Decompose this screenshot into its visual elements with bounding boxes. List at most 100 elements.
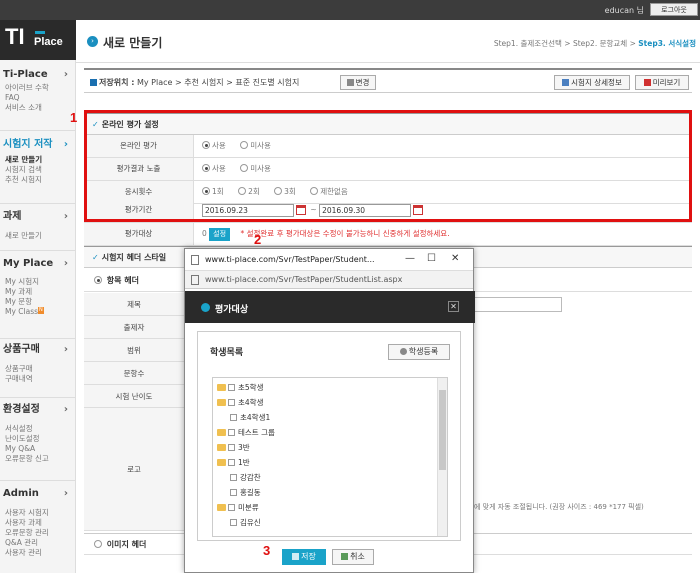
checkbox[interactable] — [228, 504, 235, 511]
checkbox[interactable] — [228, 429, 235, 436]
sidebar-item-user-tests[interactable]: 사용자 시험지 — [5, 508, 76, 518]
location-bar: 저장위치 : My Place > 추천 시험지 > 표준 진도별 시험지 변경… — [84, 68, 692, 93]
tree-item[interactable]: 홍길동 — [230, 488, 261, 498]
logo[interactable]: TI Place — [0, 20, 76, 60]
sidebar-section-homework: 과제 › 새로 만들기 — [0, 209, 76, 241]
change-location-button[interactable]: 변경 — [340, 75, 376, 90]
checkbox[interactable] — [228, 384, 235, 391]
sidebar-item-recommended[interactable]: 추천 시험지 — [5, 175, 76, 185]
checkbox[interactable] — [230, 414, 237, 421]
popup-header-title: 평가대상 — [215, 305, 249, 315]
close-icon[interactable]: ✕ — [448, 301, 459, 312]
chevron-right-icon: › — [63, 258, 68, 269]
target-setting-button[interactable]: 설정 — [209, 227, 231, 241]
tree-item[interactable]: 초4학생 — [217, 398, 263, 408]
step2[interactable]: Step2. 문항교체 — [573, 39, 627, 48]
chevron-right-icon: › — [63, 69, 68, 80]
cancel-label: 취소 — [350, 552, 365, 561]
sidebar-item-user-manage[interactable]: 사용자 관리 — [5, 548, 76, 558]
sidebar-title-settings[interactable]: 환경설정 › — [0, 402, 76, 418]
step-sep: > — [564, 39, 571, 48]
tree-item[interactable]: 1반 — [217, 458, 250, 468]
sidebar-item-purchase[interactable]: 상품구매 — [5, 364, 76, 374]
tree-item-label: 김유신 — [240, 518, 261, 527]
sidebar-item-my-qa[interactable]: My Q&A — [5, 444, 76, 454]
preview-label: 미리보기 — [652, 78, 681, 87]
popup-header: 평가대상 ✕ — [185, 291, 475, 323]
minimize-icon[interactable]: — — [405, 253, 415, 264]
tree-item[interactable]: 김유신 — [230, 518, 261, 528]
student-list-panel: 학생목록 학생등록 초5학생 초4학생 초4학생1 테스트 그룹 3반 1반 강… — [197, 331, 461, 541]
sidebar-item-my-questions[interactable]: My 문항 — [5, 297, 76, 307]
step1[interactable]: Step1. 출제조건선택 — [494, 39, 562, 48]
sidebar-title-myplace[interactable]: My Place › — [0, 256, 76, 272]
scrollbar-thumb[interactable] — [439, 390, 446, 470]
sidebar-item-purchase-history[interactable]: 구매내역 — [5, 374, 76, 384]
save-button[interactable]: 저장 — [282, 549, 326, 565]
sidebar-title-label: 상품구매 — [3, 344, 40, 355]
sidebar-title-label: Admin — [3, 488, 39, 499]
tree-item[interactable]: 3반 — [217, 443, 250, 453]
cancel-button[interactable]: 취소 — [332, 549, 374, 565]
sidebar-item-user-homework[interactable]: 사용자 과제 — [5, 518, 76, 528]
tree-item-label: 미분류 — [238, 503, 259, 512]
logout-button[interactable]: 로그아웃 — [650, 3, 698, 16]
arrow-circle-icon — [201, 303, 210, 312]
target-count: 0 — [202, 229, 207, 238]
checkbox[interactable] — [230, 489, 237, 496]
checkbox[interactable] — [228, 459, 235, 466]
test-detail-button[interactable]: 시험지 상세정보 — [554, 75, 630, 90]
sidebar-item-faq[interactable]: FAQ — [5, 93, 76, 103]
student-list-popup: www.ti-place.com/Svr/TestPaper/Student..… — [184, 248, 475, 573]
checkbox[interactable] — [228, 399, 235, 406]
checkbox[interactable] — [230, 519, 237, 526]
student-register-button[interactable]: 학생등록 — [388, 344, 450, 360]
logo-dash — [35, 31, 45, 34]
tree-item[interactable]: 초5학생 — [217, 383, 263, 393]
page-title: 새로 만들기 — [103, 36, 163, 50]
header-style-title-text: 시험지 헤더 스타일 — [101, 253, 167, 262]
tree-item-label: 홍길동 — [240, 488, 261, 497]
page-icon — [191, 275, 199, 285]
chevron-right-icon: › — [63, 211, 68, 222]
sidebar-item-my-homework[interactable]: My 과제 — [5, 287, 76, 297]
sidebar-item-homework-new[interactable]: 새로 만들기 — [5, 231, 76, 241]
sidebar-item-error-manage[interactable]: 오류문항 관리 — [5, 528, 76, 538]
tree-scrollbar[interactable] — [437, 378, 447, 536]
sidebar-item-my-class[interactable]: My ClassN — [5, 307, 76, 317]
checkbox[interactable] — [228, 444, 235, 451]
sidebar-item-format[interactable]: 서식설정 — [5, 424, 76, 434]
sidebar-title-tiplace[interactable]: Ti-Place › — [0, 67, 76, 83]
chevron-right-icon: › — [63, 488, 68, 499]
sidebar-title-purchase[interactable]: 상품구매 › — [0, 342, 76, 358]
sidebar-item-service[interactable]: 서비스 소개 — [5, 103, 76, 113]
tree-item[interactable]: 초4학생1 — [230, 413, 270, 423]
sidebar: TI Place Ti-Place › 아이러브 수학 FAQ 서비스 소개 시험… — [0, 20, 76, 573]
tree-item[interactable]: 강감찬 — [230, 473, 261, 483]
sidebar-item-my-tests[interactable]: My 시험지 — [5, 277, 76, 287]
sidebar-item-error-report[interactable]: 오류문항 신고 — [5, 454, 76, 464]
close-icon[interactable]: ✕ — [451, 253, 459, 264]
maximize-icon[interactable]: ☐ — [427, 253, 436, 264]
sidebar-item-qa-manage[interactable]: Q&A 관리 — [5, 538, 76, 548]
form-label-difficulty: 시험 난이도 — [84, 385, 184, 408]
checkbox[interactable] — [230, 474, 237, 481]
tree-item-label: 1반 — [238, 458, 250, 467]
tree-item[interactable]: 테스트 그룹 — [217, 428, 275, 438]
check-icon: ✓ — [92, 253, 99, 262]
sidebar-title-admin[interactable]: Admin › — [0, 486, 76, 502]
tree-item[interactable]: 미분류 — [217, 503, 259, 513]
title-input[interactable] — [474, 297, 562, 312]
step3: Step3. 서식설정 — [638, 39, 696, 48]
sidebar-title-authoring[interactable]: 시험지 저작 › — [0, 137, 76, 153]
sidebar-item-ilove-math[interactable]: 아이러브 수학 — [5, 83, 76, 93]
sidebar-item-new[interactable]: 새로 만들기 — [5, 155, 76, 165]
step-indicator: Step1. 출제조건선택 > Step2. 문항교체 > Step3. 서식설… — [494, 38, 696, 49]
radio-dot — [94, 276, 102, 284]
sidebar-item-search[interactable]: 시험지 검색 — [5, 165, 76, 175]
sidebar-item-difficulty[interactable]: 난이도설정 — [5, 434, 76, 444]
save-location: 저장위치 : My Place > 추천 시험지 > 표준 진도별 시험지 — [90, 77, 299, 88]
sidebar-item-my-class-label: My Class — [5, 307, 39, 316]
preview-button[interactable]: 미리보기 — [635, 75, 689, 90]
sidebar-title-homework[interactable]: 과제 › — [0, 209, 76, 225]
